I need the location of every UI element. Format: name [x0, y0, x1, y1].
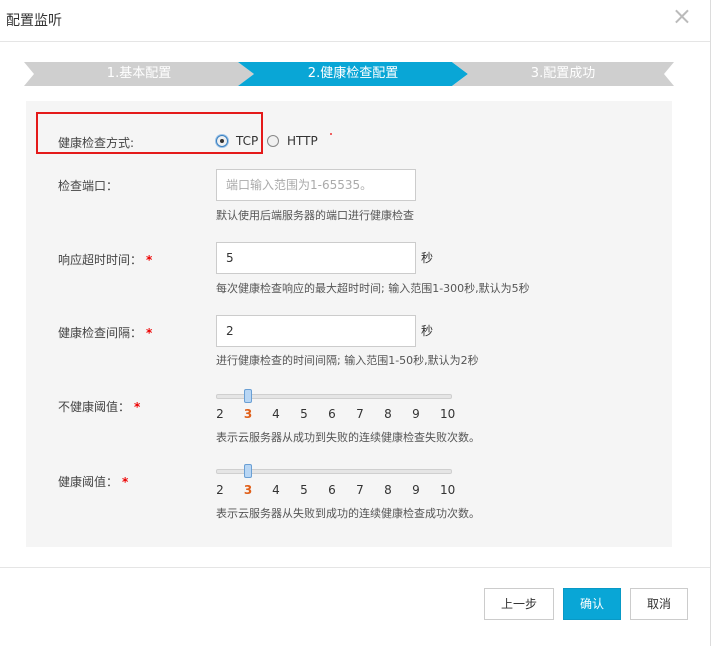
step-health-check-config: 2.健康检查配置: [238, 62, 468, 86]
step-indicator: 1.基本配置 2.健康检查配置 3.配置成功: [24, 62, 674, 86]
dialog-title: 配置监听: [6, 13, 62, 29]
radio-tcp-label[interactable]: TCP: [236, 134, 258, 148]
slider-tick: 4: [272, 483, 280, 497]
previous-step-button[interactable]: 上一步: [484, 588, 554, 620]
unhealthy-threshold-label: 不健康阈值： *: [58, 400, 141, 414]
healthy-threshold-handle[interactable]: [244, 464, 252, 478]
slider-tick: 4: [272, 407, 280, 421]
required-mark: *: [134, 400, 141, 414]
unhealthy-threshold-handle[interactable]: [244, 389, 252, 403]
slider-tick-selected: 3: [243, 483, 253, 497]
radio-http-label[interactable]: HTTP: [287, 134, 318, 148]
slider-tick-selected: 3: [243, 407, 253, 421]
slider-tick: 10: [440, 407, 456, 421]
slider-tick: 5: [300, 483, 308, 497]
slider-tick: 2: [216, 483, 224, 497]
slider-tick: 7: [356, 483, 364, 497]
step-basic-config: 1.基本配置: [24, 62, 254, 86]
required-mark: *: [146, 253, 153, 267]
interval-input[interactable]: [216, 315, 416, 347]
slider-tick: 8: [384, 407, 392, 421]
slider-tick: 5: [300, 407, 308, 421]
port-label: 检查端口：: [58, 179, 119, 193]
slider-tick: 10: [440, 483, 456, 497]
confirm-button[interactable]: 确认: [563, 588, 621, 620]
required-mark: *: [122, 475, 129, 489]
slider-tick: 8: [384, 483, 392, 497]
radio-tcp[interactable]: [216, 135, 228, 147]
configure-listener-dialog: 配置监听 × 1.基本配置 2.健康检查配置 3.配置成功 健康检查方式: TC…: [0, 0, 711, 646]
dialog-header: 配置监听 ×: [0, 0, 710, 42]
slider-tick: 2: [216, 407, 224, 421]
close-icon[interactable]: ×: [672, 4, 692, 28]
slider-tick: 7: [356, 407, 364, 421]
slider-tick: 9: [412, 483, 420, 497]
timeout-help: 每次健康检查响应的最大超时时间; 输入范围1-300秒,默认为5秒: [216, 282, 530, 295]
timeout-unit: 秒: [421, 251, 434, 265]
unhealthy-threshold-help: 表示云服务器从成功到失败的连续健康检查失败次数。: [216, 431, 480, 444]
interval-help: 进行健康检查的时间间隔; 输入范围1-50秒,默认为2秒: [216, 354, 479, 367]
port-input[interactable]: [216, 169, 416, 201]
slider-tick: 6: [328, 483, 336, 497]
slider-tick: 9: [412, 407, 420, 421]
required-mark: *: [146, 326, 153, 340]
method-label: 健康检查方式:: [58, 136, 135, 150]
healthy-threshold-help: 表示云服务器从失败到成功的连续健康检查成功次数。: [216, 507, 480, 520]
radio-http[interactable]: [267, 135, 279, 147]
slider-tick: 6: [328, 407, 336, 421]
cancel-button[interactable]: 取消: [630, 588, 688, 620]
timeout-input[interactable]: [216, 242, 416, 274]
interval-unit: 秒: [421, 324, 434, 338]
stray-dot: [330, 133, 332, 135]
footer-divider: [0, 567, 710, 568]
port-help: 默认使用后端服务器的端口进行健康检查: [216, 209, 414, 222]
interval-label: 健康检查间隔： *: [58, 326, 153, 340]
healthy-threshold-label: 健康阈值： *: [58, 475, 129, 489]
timeout-label: 响应超时时间： *: [58, 253, 153, 267]
step-config-success: 3.配置成功: [452, 62, 674, 86]
